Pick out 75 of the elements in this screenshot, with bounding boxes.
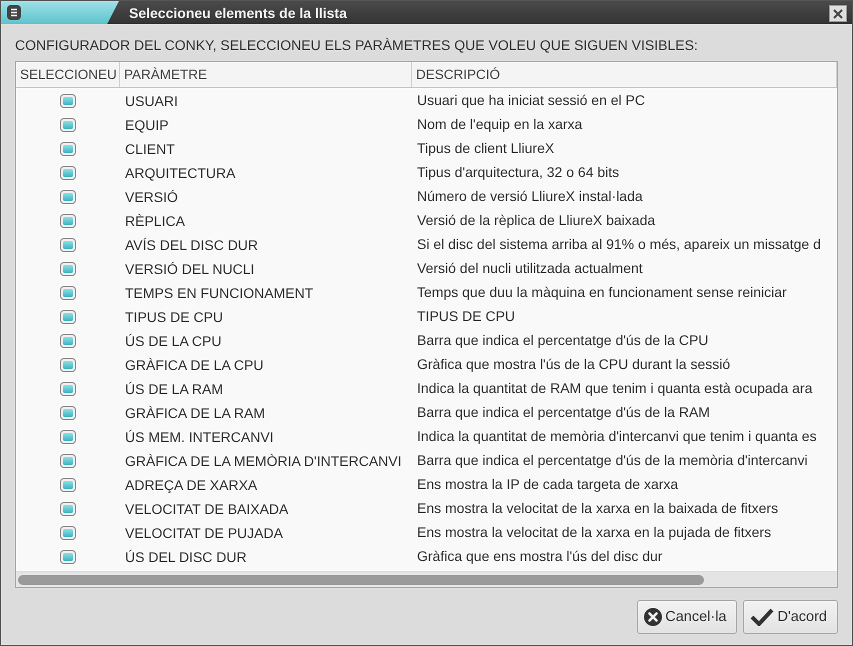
description-cell-text: Ens mostra la velocitat de la xarxa en la pujada de fitxers (416, 524, 772, 540)
parameter-cell-text: VELOCITAT DE PUJADA (124, 525, 283, 541)
close-icon (644, 608, 662, 626)
parameter-cell-text: RÈPLICA (124, 213, 185, 229)
column-header[interactable]: PARÀMETRE (120, 62, 412, 87)
parameter-cell-text: ÚS MEM. INTERCANVI (124, 429, 274, 445)
parameter-cell-text: AVÍS DEL DISC DUR (124, 237, 258, 253)
description-cell-text: Temps que duu la màquina en funcionament sense reiniciar (416, 284, 787, 300)
description-cell-text: Versió del nucli utilitzada actualment (416, 260, 643, 276)
horizontal-scrollbar[interactable] (16, 571, 837, 587)
checkbox[interactable] (60, 526, 76, 540)
parameter-cell-text: VELOCITAT DE BAIXADA (124, 501, 288, 517)
checkmark-icon (750, 608, 774, 626)
parameter-cell-text: GRÀFICA DE LA MEMÒRIA D'INTERCANVI (124, 453, 402, 469)
description-cell-text: Usuari que ha iniciat sessió en el PC (416, 92, 646, 108)
checkbox[interactable] (60, 310, 76, 324)
checkbox[interactable] (60, 454, 76, 468)
checkbox[interactable] (60, 550, 76, 564)
checkbox[interactable] (60, 214, 76, 228)
description-cell-text: Versió de la rèplica de LliureX baixada (416, 212, 656, 228)
menu-icon (7, 5, 21, 20)
description-cell-text: Ens mostra la IP de cada targeta de xarxa (416, 476, 678, 492)
cancel-button[interactable]: Cancel·la (637, 600, 738, 634)
checkbox[interactable] (60, 286, 76, 300)
prompt-text: CONFIGURADOR DEL CONKY, SELECCIONEU ELS PARÀMETRES QUE VOLEU QUE SIGUEN VISIBLES: (15, 37, 699, 53)
close-button[interactable] (829, 5, 847, 22)
description-cell-text: Barra que indica el percentatge d'ús de la CPU (416, 332, 708, 348)
parameter-cell-text: ÚS DEL DISC DUR (124, 549, 247, 565)
description-cell-text: Tipus d'arquitectura, 32 o 64 bits (416, 164, 620, 180)
description-cell-text: Indica la quantitat de RAM que tenim i quanta està ocupada ara (416, 380, 812, 396)
parameter-cell-text: CLIENT (124, 141, 175, 157)
checkbox[interactable] (60, 358, 76, 372)
parameter-cell-text: TIPUS DE CPU (124, 309, 224, 325)
checkbox[interactable] (60, 478, 76, 492)
description-cell-text: Si el disc del sistema arriba al 91% o més, apareix un missatge d (416, 236, 821, 252)
checkbox[interactable] (60, 334, 76, 348)
description-cell-text: Gràfica que mostra l'ús de la CPU durant la sessió (416, 356, 730, 372)
menu-tab[interactable] (1, 1, 119, 24)
checkbox[interactable] (60, 406, 76, 420)
checkbox[interactable] (60, 118, 76, 132)
checkbox[interactable] (60, 238, 76, 252)
checkbox[interactable] (60, 142, 76, 156)
description-cell-text: TIPUS DE CPU (416, 308, 516, 324)
parameter-cell-text: GRÀFICA DE LA CPU (124, 357, 264, 373)
checkbox[interactable] (60, 502, 76, 516)
column-header[interactable]: DESCRIPCIÓ (412, 62, 837, 87)
checkbox[interactable] (60, 262, 76, 276)
description-cell-text: Ens mostra la velocitat de la xarxa en la baixada de fitxers (416, 500, 778, 516)
ok-button[interactable]: D'acord (743, 600, 838, 634)
description-cell-text: Barra que indica el percentatge d'ús de la RAM (416, 404, 710, 420)
scrollbar-thumb[interactable] (18, 574, 704, 584)
parameter-cell-text: VERSIÓ (124, 189, 178, 205)
parameter-cell-text: EQUIP (124, 117, 169, 133)
parameter-cell-text: TEMPS EN FUNCIONAMENT (124, 285, 314, 301)
parameter-cell-text: ÚS DE LA CPU (124, 333, 222, 349)
description-cell-text: Número de versió LliureX instal·lada (416, 188, 643, 204)
window-title: Seleccioneu elements de la llista (129, 4, 347, 20)
parameter-cell-text: ADREÇA DE XARXA (124, 477, 258, 493)
checkbox[interactable] (60, 94, 76, 108)
checkbox[interactable] (60, 382, 76, 396)
close-icon (833, 8, 843, 18)
parameter-cell-text: ARQUITECTURA (124, 165, 236, 181)
parameter-cell-text: ÚS DE LA RAM (124, 381, 224, 397)
description-cell-text: Tipus de client LliureX (416, 140, 554, 156)
description-cell-text: Indica la quantitat de memòria d'intercanvi que tenim i quanta es (416, 428, 817, 444)
parameter-cell-text: GRÀFICA DE LA RAM (124, 405, 266, 421)
checkbox[interactable] (60, 166, 76, 180)
checkbox[interactable] (60, 430, 76, 444)
column-header[interactable]: SELECCIONEU (16, 62, 120, 87)
description-cell-text: Nom de l'equip en la xarxa (416, 116, 582, 132)
parameter-cell-text: VERSIÓ DEL NUCLI (124, 261, 254, 277)
description-cell-text: Barra que indica el percentatge d'ús de la memòria d'intercanvi (416, 452, 808, 468)
description-cell-text: Gràfica que ens mostra l'ús del disc dur (416, 548, 662, 564)
checkbox[interactable] (60, 190, 76, 204)
parameter-cell-text: USUARI (124, 93, 178, 109)
